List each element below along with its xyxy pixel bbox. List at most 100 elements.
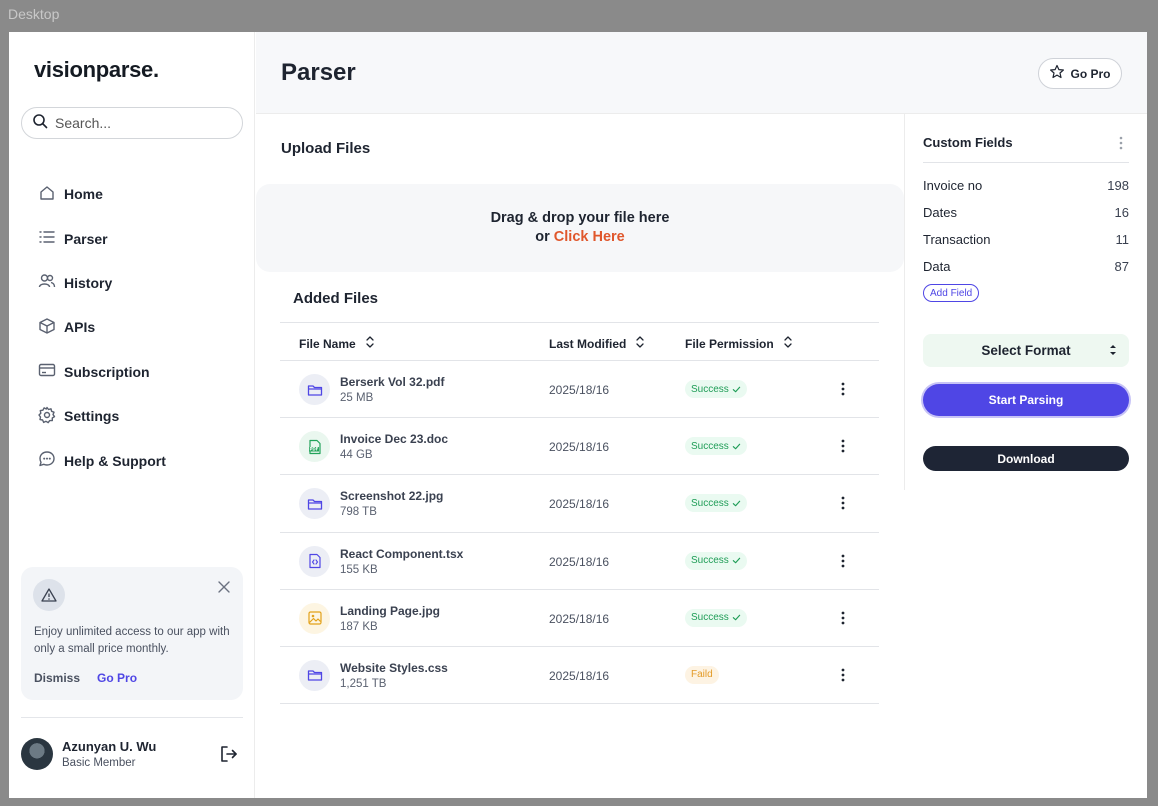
- card-icon: [38, 361, 56, 382]
- row-more-icon[interactable]: [837, 666, 849, 684]
- status-badge: Success: [685, 608, 747, 627]
- desktop-label: Desktop: [8, 6, 60, 22]
- file-size: 187 KB: [340, 620, 378, 633]
- file-size: 44 GB: [340, 449, 373, 462]
- file-date: 2025/18/16: [549, 497, 610, 512]
- column-header-file-permission[interactable]: File Permission: [685, 335, 792, 352]
- file-size: 155 KB: [340, 563, 378, 576]
- user-profile: Azunyan U. Wu Basic Member: [21, 738, 243, 772]
- sidebar-item-parser[interactable]: Parser: [30, 216, 166, 260]
- sidebar-item-label: Home: [64, 186, 103, 203]
- start-parsing-button[interactable]: Start Parsing: [923, 384, 1129, 416]
- custom-field-row[interactable]: Invoice no 198: [923, 178, 1129, 193]
- code-file-icon: [299, 545, 330, 577]
- field-value: 87: [1114, 259, 1129, 274]
- custom-field-row[interactable]: Dates 16: [923, 205, 1129, 220]
- page-title: Parser: [281, 59, 356, 86]
- or-text: or: [535, 229, 554, 245]
- chevron-up-down-icon: [1110, 345, 1116, 355]
- column-header-last-modified[interactable]: Last Modified: [549, 335, 644, 352]
- file-date: 2025/18/16: [549, 383, 610, 397]
- more-vertical-icon[interactable]: [1117, 135, 1125, 151]
- file-name[interactable]: React Component.tsx: [340, 547, 463, 561]
- table-row[interactable]: React Component.tsx 155 KB 2025/18/16 Su…: [280, 533, 879, 590]
- sidebar-item-help[interactable]: Help & Support: [30, 438, 166, 482]
- sidebar-nav: Home Parser History APIs Subscription Se…: [30, 172, 166, 483]
- custom-field-row[interactable]: Data 87: [923, 259, 1129, 274]
- check-icon: [732, 385, 741, 394]
- row-more-icon[interactable]: [837, 380, 849, 398]
- select-format-label: Select Format: [981, 343, 1071, 358]
- search-box[interactable]: [21, 107, 243, 139]
- field-label: Transaction: [923, 232, 991, 247]
- row-more-icon[interactable]: [837, 437, 849, 455]
- check-icon: [732, 442, 741, 451]
- sidebar-item-home[interactable]: Home: [30, 172, 166, 216]
- home-icon: [38, 184, 56, 205]
- sidebar-item-label: Subscription: [64, 363, 150, 380]
- status-badge: Success: [685, 380, 747, 398]
- status-badge: Faild: [685, 665, 719, 684]
- file-name[interactable]: Screenshot 22.jpg: [340, 489, 443, 503]
- column-label: File Permission: [685, 336, 774, 351]
- file-name[interactable]: Invoice Dec 23.doc: [340, 432, 448, 446]
- sidebar-item-label: Help & Support: [64, 452, 166, 469]
- logout-icon[interactable]: [219, 744, 239, 764]
- status-label: Faild: [691, 669, 713, 681]
- promo-go-pro-link[interactable]: Go Pro: [97, 671, 137, 685]
- status-label: Success: [691, 555, 729, 567]
- row-more-icon[interactable]: [837, 494, 849, 512]
- dismiss-button[interactable]: Dismiss: [34, 671, 80, 685]
- sidebar-item-label: History: [64, 274, 113, 291]
- file-size: 1,251 TB: [340, 677, 387, 690]
- avatar[interactable]: [21, 738, 53, 770]
- file-date: 2025/18/16: [549, 554, 610, 569]
- search-input[interactable]: [55, 115, 225, 131]
- row-more-icon[interactable]: [837, 552, 849, 570]
- click-here-link[interactable]: Click Here: [554, 229, 625, 245]
- status-badge: Success: [685, 551, 747, 570]
- field-value: 198: [1107, 178, 1129, 193]
- promo-actions: Dismiss Go Pro: [34, 671, 137, 685]
- field-value: 11: [1115, 232, 1130, 247]
- file-name[interactable]: Landing Page.jpg: [340, 604, 440, 618]
- sidebar-item-apis[interactable]: APIs: [30, 305, 166, 349]
- sort-icon: [636, 335, 644, 352]
- close-icon[interactable]: [217, 580, 231, 594]
- add-field-button[interactable]: Add Field: [923, 284, 980, 302]
- column-header-file-name[interactable]: File Name: [299, 335, 374, 352]
- sidebar-item-settings[interactable]: Settings: [30, 394, 166, 438]
- sidebar-item-label: Settings: [64, 408, 120, 425]
- files-table: File Name Last Modified File Permission …: [280, 322, 879, 705]
- file-dropzone[interactable]: Drag & drop your file here or Click Here: [256, 184, 904, 272]
- file-name[interactable]: Berserk Vol 32.pdf: [340, 375, 444, 389]
- sidebar-item-subscription[interactable]: Subscription: [30, 350, 166, 394]
- table-row[interactable]: Berserk Vol 32.pdf 25 MB 2025/18/16 Succ…: [280, 361, 879, 419]
- select-format-dropdown[interactable]: Select Format: [923, 334, 1129, 367]
- sidebar-item-history[interactable]: History: [30, 261, 166, 305]
- table-header: File Name Last Modified File Permission: [280, 322, 879, 361]
- file-name[interactable]: Website Styles.css: [340, 661, 448, 675]
- drop-or-line: or Click Here: [256, 229, 904, 245]
- upgrade-promo-card: Enjoy unlimited access to our app with o…: [21, 567, 243, 700]
- right-panel: Custom Fields Invoice no 198 Dates 16 Tran…: [904, 114, 1147, 490]
- go-pro-button[interactable]: Go Pro: [1038, 58, 1122, 89]
- status-label: Success: [691, 383, 729, 395]
- check-icon: [732, 556, 741, 565]
- go-pro-label: Go Pro: [1070, 66, 1111, 81]
- table-row[interactable]: Landing Page.jpg 187 KB 2025/18/16 Succe…: [280, 590, 879, 647]
- custom-field-row[interactable]: Transaction 11: [923, 232, 1129, 247]
- table-row[interactable]: Website Styles.css 1,251 TB 2025/18/16 F…: [280, 647, 879, 705]
- sidebar-divider: [21, 717, 243, 718]
- app-logo[interactable]: visionparse.: [34, 57, 159, 83]
- warning-icon: [33, 579, 65, 611]
- added-files-title: Added Files: [293, 290, 379, 307]
- file-size: 25 MB: [340, 392, 374, 404]
- drop-text: Drag & drop your file here: [490, 210, 670, 226]
- row-more-icon[interactable]: [837, 609, 849, 627]
- folder-icon: [299, 488, 330, 520]
- download-button[interactable]: Download: [923, 446, 1129, 471]
- table-row[interactable]: PDF Invoice Dec 23.doc 44 GB 2025/18/16 …: [280, 418, 879, 476]
- field-label: Data: [923, 259, 951, 274]
- table-row[interactable]: Screenshot 22.jpg 798 TB 2025/18/16 Succ…: [280, 475, 879, 533]
